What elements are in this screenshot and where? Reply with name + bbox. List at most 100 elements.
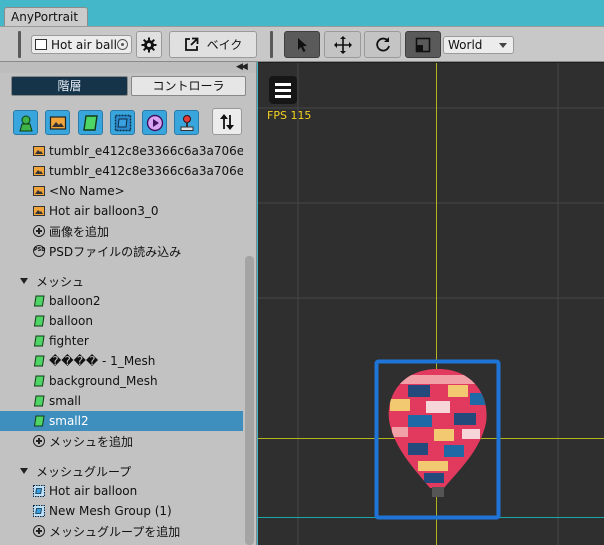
root-unit-icon (18, 115, 33, 131)
filter-animation-button[interactable] (142, 110, 167, 135)
tree-item-image[interactable]: tumblr_e412c8e3366c6a3a706ee2 (0, 141, 243, 161)
image-icon (33, 146, 45, 156)
mesh-section-header[interactable]: メッシュ (0, 271, 243, 291)
viewport-menu-button[interactable] (269, 76, 297, 104)
tab-controller[interactable]: コントローラ (131, 76, 246, 96)
tree-item-label: ���� - 1_Mesh (49, 354, 156, 368)
bake-button[interactable]: ベイク (169, 31, 257, 58)
tab-bar: AnyPortrait (0, 0, 604, 27)
hamburger-icon-bar (275, 89, 291, 92)
toolbar-grip-2[interactable] (270, 31, 273, 58)
collapse-panel-button[interactable]: ◀◀ (236, 62, 252, 72)
tree-item-image[interactable]: Hot air balloon3_0 (0, 201, 243, 221)
tree-item-label: small (49, 394, 81, 408)
add-mesh-label: メッシュを追加 (49, 434, 134, 449)
hierarchy-tree: tumblr_e412c8e3366c6a3a706ee2 tumblr_e41… (0, 141, 243, 545)
tree-item-mesh[interactable]: background_Mesh (0, 371, 243, 391)
tree-item-label: small2 (49, 414, 89, 428)
tree-item-mesh-selected[interactable]: small2 (0, 411, 243, 431)
tree-item-label: balloon2 (49, 294, 101, 308)
window-tab-anyportrait[interactable]: AnyPortrait (4, 7, 88, 27)
tree-item-mesh[interactable]: balloon2 (0, 291, 243, 311)
tree-scrollbar-thumb[interactable] (245, 256, 254, 545)
mesh-icon (33, 375, 45, 387)
anyportrait-editor: AnyPortrait Hot air ballo ベイク World ◀◀ 階… (0, 0, 604, 545)
object-selector[interactable]: Hot air ballo (31, 35, 132, 54)
expand-triangle-icon (20, 278, 28, 284)
fps-counter: FPS 115 (267, 109, 312, 122)
tree-item-mesh[interactable]: fighter (0, 331, 243, 351)
mesh-group-icon (33, 485, 45, 497)
tree-item-label: New Mesh Group (1) (49, 504, 172, 518)
cursor-icon (298, 37, 307, 52)
sort-button[interactable] (212, 108, 242, 135)
mesh-group-icon (33, 505, 45, 517)
move-tool-button[interactable] (324, 31, 361, 58)
external-link-icon (184, 37, 199, 51)
scale-tool-button[interactable] (405, 31, 441, 58)
filter-bar (0, 108, 256, 136)
add-mesh-group-label: メッシュグループを追加 (49, 524, 181, 539)
mesh-icon (33, 335, 45, 347)
tree-item-label: Hot air balloon3_0 (49, 204, 159, 218)
add-icon (33, 525, 45, 537)
filter-parameter-button[interactable] (174, 110, 199, 135)
tab-hierarchy[interactable]: 階層 (11, 76, 128, 96)
object-icon (35, 39, 47, 50)
mesh-icon (33, 355, 45, 367)
add-mesh-group-button[interactable]: メッシュグループを追加 (0, 521, 243, 541)
tree-item-mesh[interactable]: small (0, 391, 243, 411)
filter-image-button[interactable] (45, 110, 70, 135)
hamburger-icon-bar (275, 95, 291, 98)
chevron-down-icon (499, 43, 507, 48)
tree-item-label: balloon (49, 314, 93, 328)
tree-item-mesh[interactable]: ���� - 1_Mesh (0, 351, 243, 371)
meshgroup-section-header[interactable]: メッシュグループ (0, 461, 243, 481)
balloon-mesh-image[interactable] (386, 369, 490, 497)
tree-item-image[interactable]: tumblr_e412c8e3366c6a3a706ee2 (0, 161, 243, 181)
tree-scrollbar[interactable] (243, 141, 256, 545)
panel-collapse-strip: ◀◀ (0, 62, 256, 73)
toolbar: Hot air ballo ベイク World (0, 26, 604, 62)
coordinate-space-select[interactable]: World (443, 36, 514, 54)
settings-button[interactable] (136, 31, 162, 58)
load-psd-label: PSDファイルの読み込み (49, 244, 182, 259)
mesh-group-icon (114, 114, 131, 131)
mesh-icon (33, 415, 45, 427)
select-tool-button[interactable] (284, 31, 320, 58)
viewport-canvas[interactable] (258, 63, 604, 545)
rotate-icon (375, 36, 390, 51)
add-mesh-button[interactable]: メッシュを追加 (0, 431, 243, 451)
add-icon (33, 435, 45, 447)
hierarchy-panel: ◀◀ 階層 コントローラ tumblr_e412c8e3366c6a3a706e… (0, 62, 257, 545)
tree-item-label: fighter (49, 334, 89, 348)
tree-item-mesh-group[interactable]: New Mesh Group (1) (0, 501, 243, 521)
tree-item-mesh-group[interactable]: Hot air balloon (0, 481, 243, 501)
toolbar-grip[interactable] (18, 31, 21, 58)
animation-play-icon (146, 114, 163, 131)
filter-mesh-group-button[interactable] (110, 110, 135, 135)
move-icon (333, 35, 352, 54)
load-psd-button[interactable]: PSD PSDファイルの読み込み (0, 241, 243, 261)
add-image-button[interactable]: 画像を追加 (0, 221, 243, 241)
rotate-tool-button[interactable] (364, 31, 401, 58)
tree-item-label: <No Name> (49, 184, 125, 198)
image-icon (33, 206, 45, 216)
object-selector-value: Hot air ballo (51, 37, 125, 52)
mesh-icon (82, 114, 98, 131)
image-icon (33, 166, 45, 176)
tree-item-label: background_Mesh (49, 374, 158, 388)
scene-viewport[interactable]: FPS 115 (258, 62, 604, 545)
image-icon (33, 186, 45, 196)
tree-item-image[interactable]: <No Name> (0, 181, 243, 201)
add-icon (33, 225, 45, 237)
tree-item-mesh[interactable]: balloon (0, 311, 243, 331)
filter-mesh-button[interactable] (78, 110, 103, 135)
gear-icon (141, 37, 157, 52)
filter-root-unit-button[interactable] (13, 110, 38, 135)
object-picker-icon[interactable] (117, 39, 128, 50)
mesh-icon (33, 315, 45, 327)
bake-label: ベイク (206, 38, 243, 52)
tree-item-label: Hot air balloon (49, 484, 138, 498)
mesh-icon (33, 395, 45, 407)
